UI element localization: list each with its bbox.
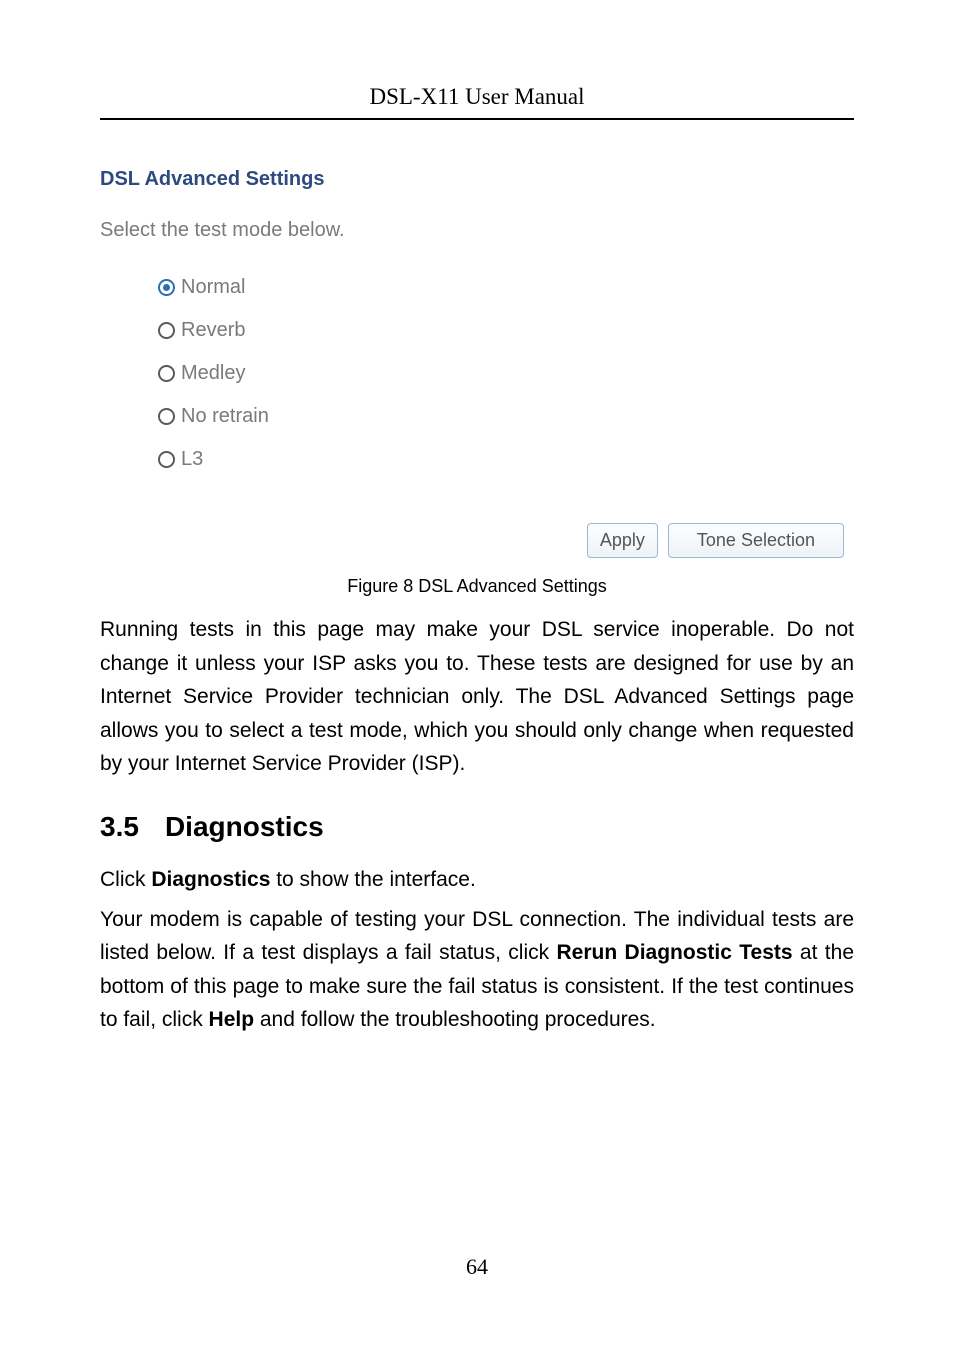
page-header-title: DSL-X11 User Manual (100, 84, 854, 118)
bold-text: Rerun Diagnostic Tests (557, 941, 793, 964)
radio-label: Normal (181, 276, 245, 299)
diagnostics-intro: Click Diagnostics to show the interface. (100, 863, 854, 897)
radio-option-l3[interactable]: L3 (158, 448, 854, 471)
radio-unselected-icon (158, 365, 175, 382)
radio-unselected-icon (158, 451, 175, 468)
text: to show the interface. (270, 868, 475, 891)
text: and follow the troubleshooting procedure… (254, 1008, 656, 1031)
body-paragraph-1: Running tests in this page may make your… (100, 613, 854, 781)
radio-label: No retrain (181, 405, 269, 428)
radio-label: L3 (181, 448, 203, 471)
radio-option-normal[interactable]: Normal (158, 276, 854, 299)
radio-label: Medley (181, 362, 245, 385)
radio-unselected-icon (158, 408, 175, 425)
radio-unselected-icon (158, 322, 175, 339)
tone-selection-button[interactable]: Tone Selection (668, 523, 844, 558)
radio-option-medley[interactable]: Medley (158, 362, 854, 385)
section-title: Diagnostics (165, 811, 324, 843)
radio-label: Reverb (181, 319, 245, 342)
header-divider (100, 118, 854, 120)
radio-option-reverb[interactable]: Reverb (158, 319, 854, 342)
page-number: 64 (0, 1254, 954, 1280)
diagnostics-paragraph: Your modem is capable of testing your DS… (100, 903, 854, 1037)
apply-button[interactable]: Apply (587, 523, 658, 558)
figure-caption: Figure 8 DSL Advanced Settings (100, 576, 854, 597)
dsl-settings-prompt: Select the test mode below. (100, 219, 854, 242)
bold-text: Diagnostics (151, 868, 270, 891)
button-row: Apply Tone Selection (100, 523, 854, 558)
bold-text: Help (209, 1008, 255, 1031)
text: Click (100, 868, 151, 891)
radio-option-no-retrain[interactable]: No retrain (158, 405, 854, 428)
section-number: 3.5 (100, 811, 139, 843)
radio-selected-icon (158, 279, 175, 296)
section-heading: 3.5 Diagnostics (100, 811, 854, 843)
dsl-settings-title: DSL Advanced Settings (100, 168, 854, 191)
test-mode-radio-group: Normal Reverb Medley No retrain L3 (100, 276, 854, 471)
